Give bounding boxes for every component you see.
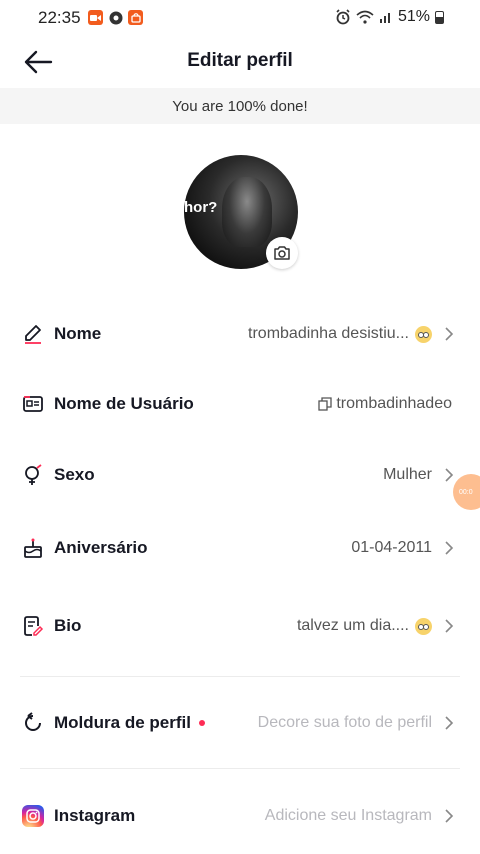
alarm-icon: [336, 9, 350, 25]
chevron-right-icon: [445, 541, 454, 555]
row-value: Mulher: [383, 466, 432, 483]
battery-icon: [435, 10, 444, 24]
row-label: Aniversário: [54, 538, 148, 557]
completion-text: You are 100% done!: [172, 97, 308, 115]
row-aniversario[interactable]: Aniversário 01-04-2011: [20, 528, 460, 568]
status-time: 22:35: [38, 8, 81, 27]
row-value: Adicione seu Instagram: [264, 807, 432, 824]
row-label: Instagram: [54, 806, 136, 825]
wifi-icon: [356, 10, 374, 24]
row-bio[interactable]: Bio talvez um dia....: [20, 606, 460, 646]
row-label: Bio: [54, 616, 82, 635]
chevron-right-icon: [445, 327, 454, 341]
gender-icon: [20, 462, 46, 488]
video-camera-icon: [88, 10, 103, 25]
row-label: Moldura de perfil: [54, 713, 191, 732]
row-value: trombadinha desistiu...: [248, 314, 432, 354]
new-indicator-dot: [198, 720, 205, 726]
profile-completion-banner: You are 100% done!: [0, 88, 480, 124]
cake-icon: [20, 535, 46, 561]
chevron-right-icon: [445, 809, 454, 823]
battery-percent: 51%: [397, 8, 430, 25]
chevron-right-icon: [445, 468, 454, 482]
avatar-overlay-text: hor?: [184, 199, 218, 216]
note-edit-icon: [20, 613, 46, 639]
signal-icon: [379, 13, 390, 23]
notification-icons: [88, 10, 143, 25]
row-moldura-de-perfil[interactable]: Moldura de perfil Decore sua foto de per…: [20, 703, 460, 743]
shopee-icon: [128, 10, 143, 25]
row-label: Sexo: [54, 465, 95, 484]
divider: [20, 676, 460, 677]
chevron-right-icon: [445, 716, 454, 730]
row-nome-de-usuario[interactable]: Nome de Usuário trombadinhadeo: [20, 384, 460, 424]
frame-refresh-icon: [20, 710, 46, 736]
avatar-photo: [222, 177, 272, 247]
row-label: Nome de Usuário: [54, 394, 194, 413]
soccer-ball-icon: [108, 10, 123, 25]
status-bar: 22:35 51%: [0, 0, 480, 36]
pencil-icon: [20, 321, 46, 347]
row-value: 01-04-2011: [351, 539, 432, 556]
row-instagram[interactable]: Instagram Adicione seu Instagram: [20, 796, 460, 836]
row-nome[interactable]: Nome trombadinha desistiu...: [20, 314, 460, 354]
pleading-face-emoji: [415, 325, 432, 343]
pleading-face-emoji: [415, 617, 432, 635]
instagram-icon: [20, 803, 46, 829]
avatar-section: hor?: [184, 155, 298, 269]
header: Editar perfil: [0, 36, 480, 88]
divider: [20, 768, 460, 769]
row-value: Decore sua foto de perfil: [257, 714, 432, 731]
change-photo-button[interactable]: [266, 237, 298, 269]
row-value: talvez um dia....: [297, 606, 432, 646]
screen-recorder-bubble[interactable]: 00:0: [453, 474, 480, 510]
id-card-icon: [20, 391, 46, 417]
copy-icon[interactable]: [318, 397, 333, 411]
status-right: 51%: [335, 8, 444, 26]
camera-icon: [274, 246, 290, 260]
chevron-right-icon: [445, 619, 454, 633]
row-sexo[interactable]: Sexo Mulher: [20, 455, 460, 495]
recorder-timer: 00:0: [459, 488, 473, 496]
row-value: trombadinhadeo: [318, 384, 452, 424]
row-label: Nome: [54, 324, 102, 343]
page-title: Editar perfil: [187, 50, 293, 71]
